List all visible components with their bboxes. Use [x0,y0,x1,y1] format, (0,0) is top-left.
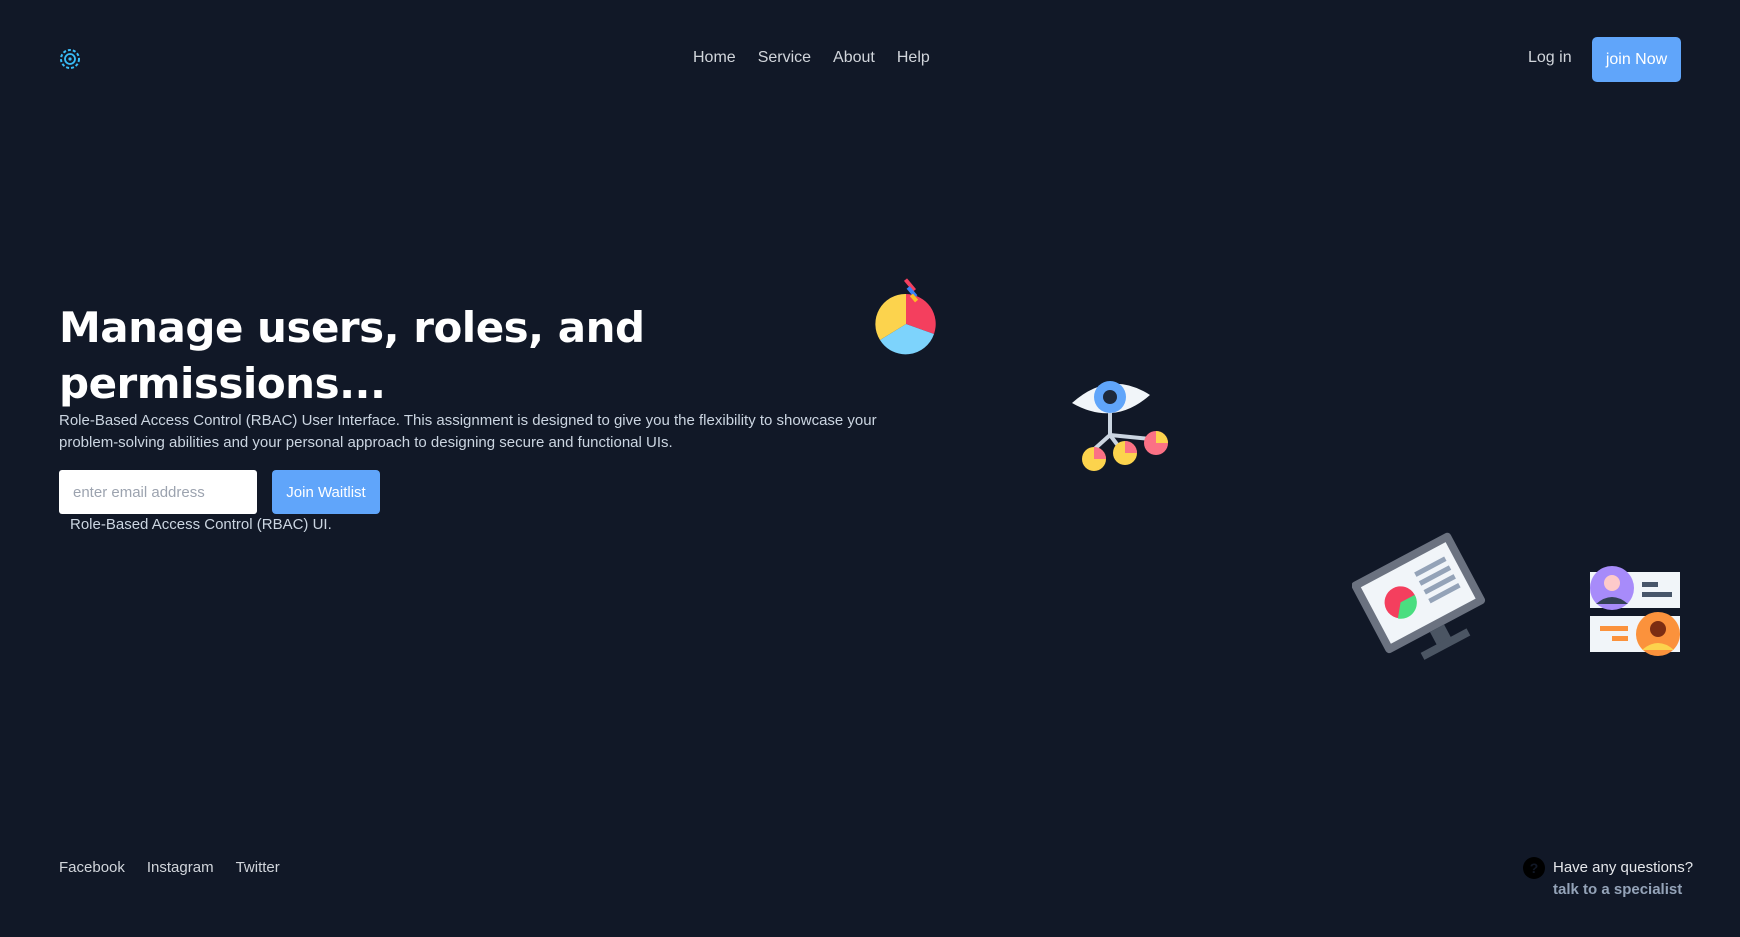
eye-network-icon [1072,381,1168,471]
nav-home[interactable]: Home [693,49,736,67]
help-question: Have any questions? [1553,859,1694,876]
main-nav: Home Service About Help [693,49,930,67]
facebook-link[interactable]: Facebook [59,859,125,876]
talk-to-specialist-link[interactable]: talk to a specialist [1553,881,1682,898]
nav-help[interactable]: Help [897,49,930,67]
pie-chart-icon [875,278,936,355]
instagram-link[interactable]: Instagram [147,859,214,876]
login-link[interactable]: Log in [1528,49,1572,67]
join-now-button[interactable]: join Now [1592,37,1681,82]
twitter-link[interactable]: Twitter [236,859,280,876]
hero-title: Manage users, roles, and permissions... [59,303,645,408]
nav-about[interactable]: About [833,49,875,67]
email-input[interactable] [59,470,257,514]
page: Home Service About Help Log in join Now … [0,0,1740,937]
logo-icon[interactable] [58,47,82,71]
join-waitlist-button[interactable]: Join Waitlist [272,470,380,514]
monitor-chart-icon [1352,532,1486,660]
nav-service[interactable]: Service [758,49,811,67]
hero-note: Role-Based Access Control (RBAC) UI. [70,516,332,533]
hero-description: Role-Based Access Control (RBAC) User In… [59,412,877,451]
help-icon[interactable]: ? [1523,857,1545,879]
social-links: Facebook Instagram Twitter [59,859,280,876]
user-cards-icon [1590,566,1680,656]
